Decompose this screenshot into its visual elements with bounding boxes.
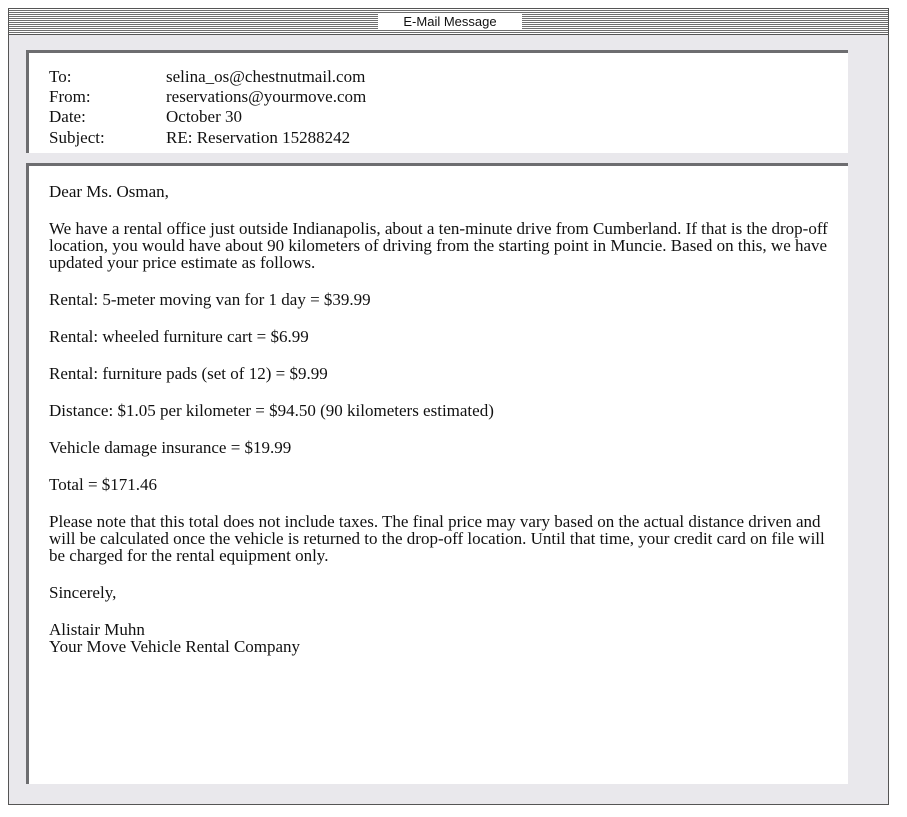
message-body: Dear Ms. Osman, We have a rental office … <box>26 163 848 784</box>
date-value: October 30 <box>166 107 243 126</box>
line-item: Distance: $1.05 per kilometer = $94.50 (… <box>49 401 494 420</box>
line-item: Rental: 5-meter moving van for 1 day = $… <box>49 290 371 309</box>
message-text: Dear Ms. Osman, We have a rental office … <box>49 183 829 655</box>
message-header: To: selina_os@chestnutmail.com From: res… <box>26 50 848 153</box>
subject-value: RE: Reservation 15288242 <box>166 128 351 147</box>
to-address: selina_os@chestnutmail.com <box>166 67 366 86</box>
sender-company: Your Move Vehicle Rental Company <box>49 637 301 656</box>
window-title: E-Mail Message <box>378 14 522 30</box>
date-label: Date: <box>49 107 86 126</box>
subject-label: Subject: <box>49 128 105 147</box>
line-item: Rental: furniture pads (set of 12) = $9.… <box>49 364 328 383</box>
total-line: Total = $171.46 <box>49 475 158 494</box>
signoff: Sincerely, <box>49 583 117 602</box>
from-address: reservations@yourmove.com <box>166 87 367 106</box>
line-item: Rental: wheeled furniture cart = $6.99 <box>49 327 309 346</box>
to-label: To: <box>49 67 72 86</box>
from-label: From: <box>49 87 91 106</box>
sender-name: Alistair Muhn <box>49 620 145 639</box>
line-item: Vehicle damage insurance = $19.99 <box>49 438 292 457</box>
email-window: E-Mail Message To: selina_os@chestnutmai… <box>8 8 889 805</box>
title-bar: E-Mail Message <box>9 9 888 35</box>
intro-paragraph: We have a rental office just outside Ind… <box>49 219 828 272</box>
greeting: Dear Ms. Osman, <box>49 182 169 201</box>
note-paragraph: Please note that this total does not inc… <box>49 512 825 565</box>
